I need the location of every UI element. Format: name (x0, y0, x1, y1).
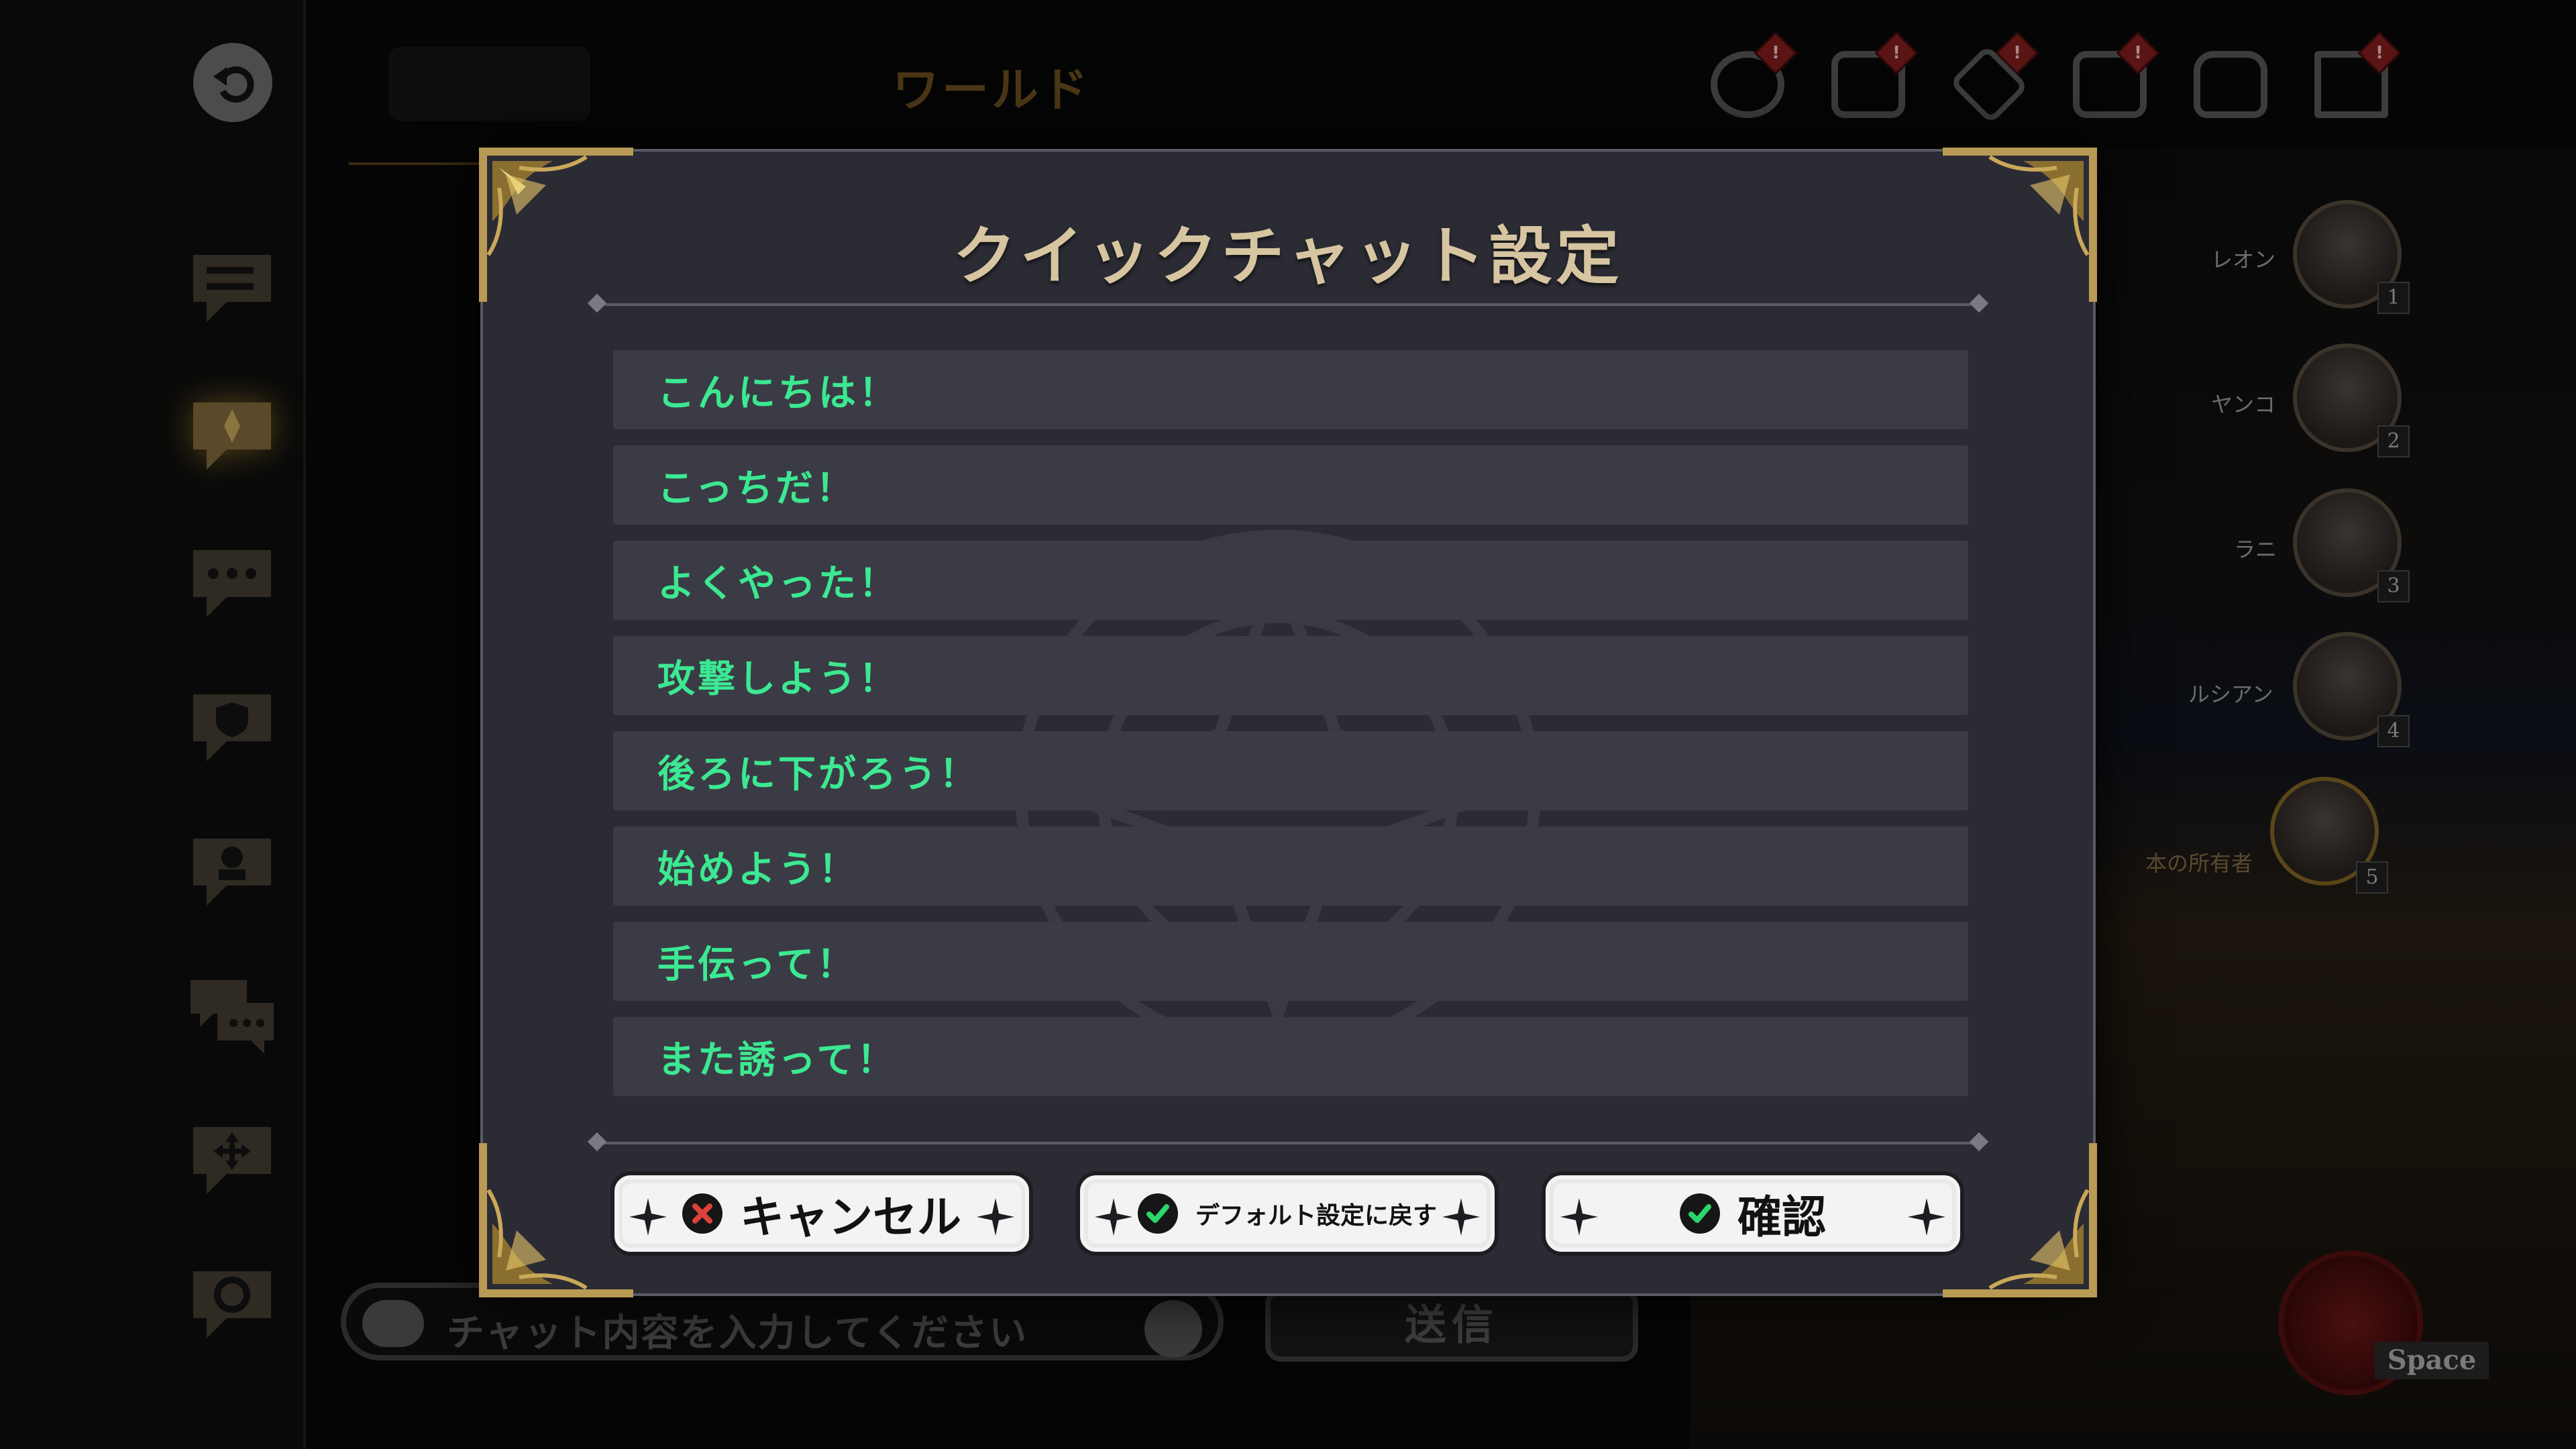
quick-chat-icon[interactable] (186, 396, 278, 476)
party-slot-number: 1 (2377, 282, 2410, 314)
sparkle-icon (1560, 1198, 1598, 1236)
world-tab-title[interactable]: ワールド (892, 52, 1091, 120)
top-menu-icons: ! ! ! ! ! (1704, 31, 2428, 131)
party-member-name: 本の所有者 (2145, 851, 2253, 876)
quick-chat-item[interactable]: こっちだ！ (613, 445, 1968, 525)
quick-chat-item[interactable]: 攻撃しよう！ (613, 636, 1968, 715)
whisper-chat-icon[interactable] (186, 976, 278, 1057)
reset-default-button[interactable]: デフォルト設定に戻す (1076, 1171, 1499, 1256)
quick-chat-item[interactable]: 後ろに下がろう！ (613, 731, 1968, 810)
emoji-icon[interactable] (1144, 1300, 1202, 1358)
party-member-name: レオン (2211, 247, 2276, 272)
move-chat-icon[interactable] (186, 1120, 278, 1201)
quick-chat-text: 始めよう！ (657, 847, 859, 892)
party-slot-number: 5 (2356, 861, 2388, 894)
quick-chat-text: よくやった！ (657, 561, 899, 606)
map-menu-icon[interactable]: ! (1825, 31, 1919, 125)
party-slot-number: 4 (2377, 715, 2410, 747)
quick-chat-text: こっちだ！ (657, 466, 857, 511)
party-member-name: ヤンコ (2211, 392, 2276, 417)
quick-chat-item[interactable]: また誘って！ (613, 1017, 1968, 1096)
corner-ornament-icon (1943, 1143, 2097, 1297)
party-chat-icon[interactable] (186, 832, 278, 912)
quick-chat-settings-dialog: クイックチャット設定 こんにちは！ こっちだ！ よくやった！ 攻撃しよう！ 後ろ… (479, 148, 2097, 1297)
book-menu-icon[interactable]: ! (2308, 31, 2402, 125)
quick-chat-list: こんにちは！ こっちだ！ よくやった！ 攻撃しよう！ 後ろに下がろう！ 始めよう… (613, 350, 1968, 1112)
emote-chat-icon[interactable] (186, 543, 278, 624)
quick-chat-item[interactable]: こんにちは！ (613, 350, 1968, 429)
quick-chat-text: 後ろに下がろう！ (657, 752, 979, 796)
tab-underline (349, 162, 483, 165)
party-slot-number: 3 (2377, 570, 2410, 602)
card-menu-icon[interactable]: ! (2066, 31, 2160, 125)
quick-chat-text: また誘って！ (657, 1038, 898, 1082)
divider (597, 1142, 1979, 1144)
send-button[interactable]: 送信 (1265, 1288, 1638, 1362)
cancel-button[interactable]: キャンセル (610, 1171, 1033, 1256)
tab-ghost (389, 47, 590, 121)
cancel-icon (682, 1193, 722, 1234)
chat-list-icon[interactable] (186, 248, 278, 329)
quick-chat-text: こんにちは！ (657, 371, 899, 415)
sparkle-icon (1908, 1198, 1945, 1236)
quick-chat-item[interactable]: 始めよう！ (613, 826, 1968, 906)
quick-chat-text: 手伝って！ (657, 943, 857, 987)
chat-settings-icon[interactable] (186, 1265, 278, 1345)
confirm-button[interactable]: 確認 (1542, 1171, 1964, 1256)
sparkle-icon (1442, 1198, 1480, 1236)
party-slot-number: 2 (2377, 425, 2410, 458)
back-arrow-icon (213, 66, 254, 103)
guild-chat-icon[interactable] (186, 688, 278, 768)
dialog-title: クイックチャット設定 (953, 219, 1623, 293)
confirm-label: 確認 (1737, 1191, 1826, 1243)
cancel-label: キャンセル (740, 1191, 961, 1243)
bag-menu-icon[interactable] (2187, 38, 2274, 125)
reset-default-label: デフォルト設定に戻す (1195, 1202, 1437, 1230)
skill-menu-icon[interactable]: ! (1945, 31, 2039, 125)
quick-chat-item[interactable]: 手伝って！ (613, 922, 1968, 1001)
sparkle-icon (977, 1198, 1014, 1236)
divider (597, 303, 1979, 306)
check-icon (1137, 1193, 1178, 1234)
sparkle-icon (629, 1198, 667, 1236)
space-key-hint: Space (2375, 1342, 2489, 1379)
back-button[interactable] (193, 43, 272, 122)
chat-bubble-icon (362, 1300, 424, 1347)
emblem-menu-icon[interactable]: ! (1704, 31, 1798, 125)
left-sidebar (0, 0, 306, 1449)
sparkle-icon (1095, 1198, 1132, 1236)
party-member-name: ラニ (2234, 537, 2277, 562)
check-icon (1680, 1193, 1720, 1234)
party-member-name: ルシアン (2188, 682, 2273, 707)
quick-chat-text: 攻撃しよう！ (657, 657, 899, 701)
chat-placeholder: チャット内容を入力してください (447, 1311, 1028, 1355)
quick-chat-item[interactable]: よくやった！ (613, 541, 1968, 620)
